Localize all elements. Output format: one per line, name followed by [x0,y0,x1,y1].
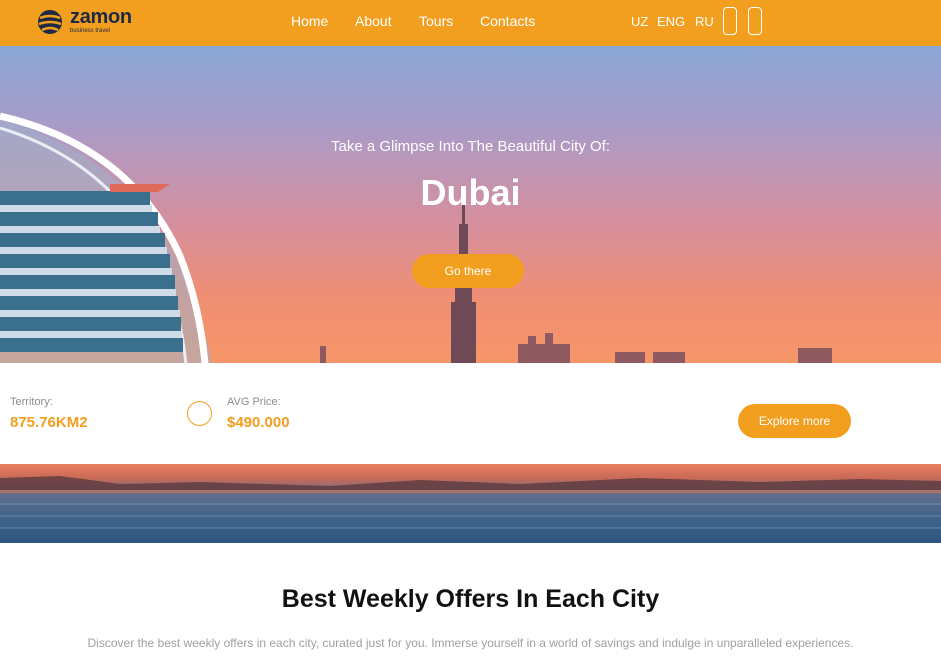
go-there-button[interactable]: Go there [412,254,524,288]
avg-price-value: $490.000 [227,414,290,431]
header-icon-button-1[interactable] [723,7,737,35]
shoreline-illustration [0,476,941,529]
territory-label: Territory: [10,396,53,408]
hero-subtitle: Take a Glimpse Into The Beautiful City O… [330,138,611,155]
nav-home[interactable]: Home [291,13,328,29]
hero-city-title: Dubai [420,172,521,213]
offers-description: Discover the best weekly offers in each … [87,636,854,650]
explore-more-button[interactable]: Explore more [738,404,851,438]
top-header: zamon business travel Home About Tours C… [0,0,941,46]
hero-section: Take a Glimpse Into The Beautiful City O… [0,46,941,364]
lang-ru[interactable]: RU [695,14,714,29]
territory-value: 875.76KM2 [10,414,88,431]
brand-tagline: business travel [70,28,111,34]
lang-uz[interactable]: UZ [631,14,648,29]
nav-about[interactable]: About [355,13,392,29]
hero-water-strip [0,464,941,543]
city-info-bar: Territory: 875.76KM2 AVG Price: $490.000… [0,363,941,464]
nav-tours[interactable]: Tours [419,13,453,29]
brand-logo[interactable]: zamon business travel [36,6,156,38]
offers-heading: Best Weekly Offers In Each City [281,585,660,613]
price-circle-icon [187,401,212,426]
globe-icon [38,10,62,34]
brand-name: zamon [70,6,132,28]
avg-price-label: AVG Price: [227,396,281,408]
lang-eng[interactable]: ENG [657,14,685,29]
nav-contacts[interactable]: Contacts [480,13,535,29]
header-icon-button-2[interactable] [748,7,762,35]
